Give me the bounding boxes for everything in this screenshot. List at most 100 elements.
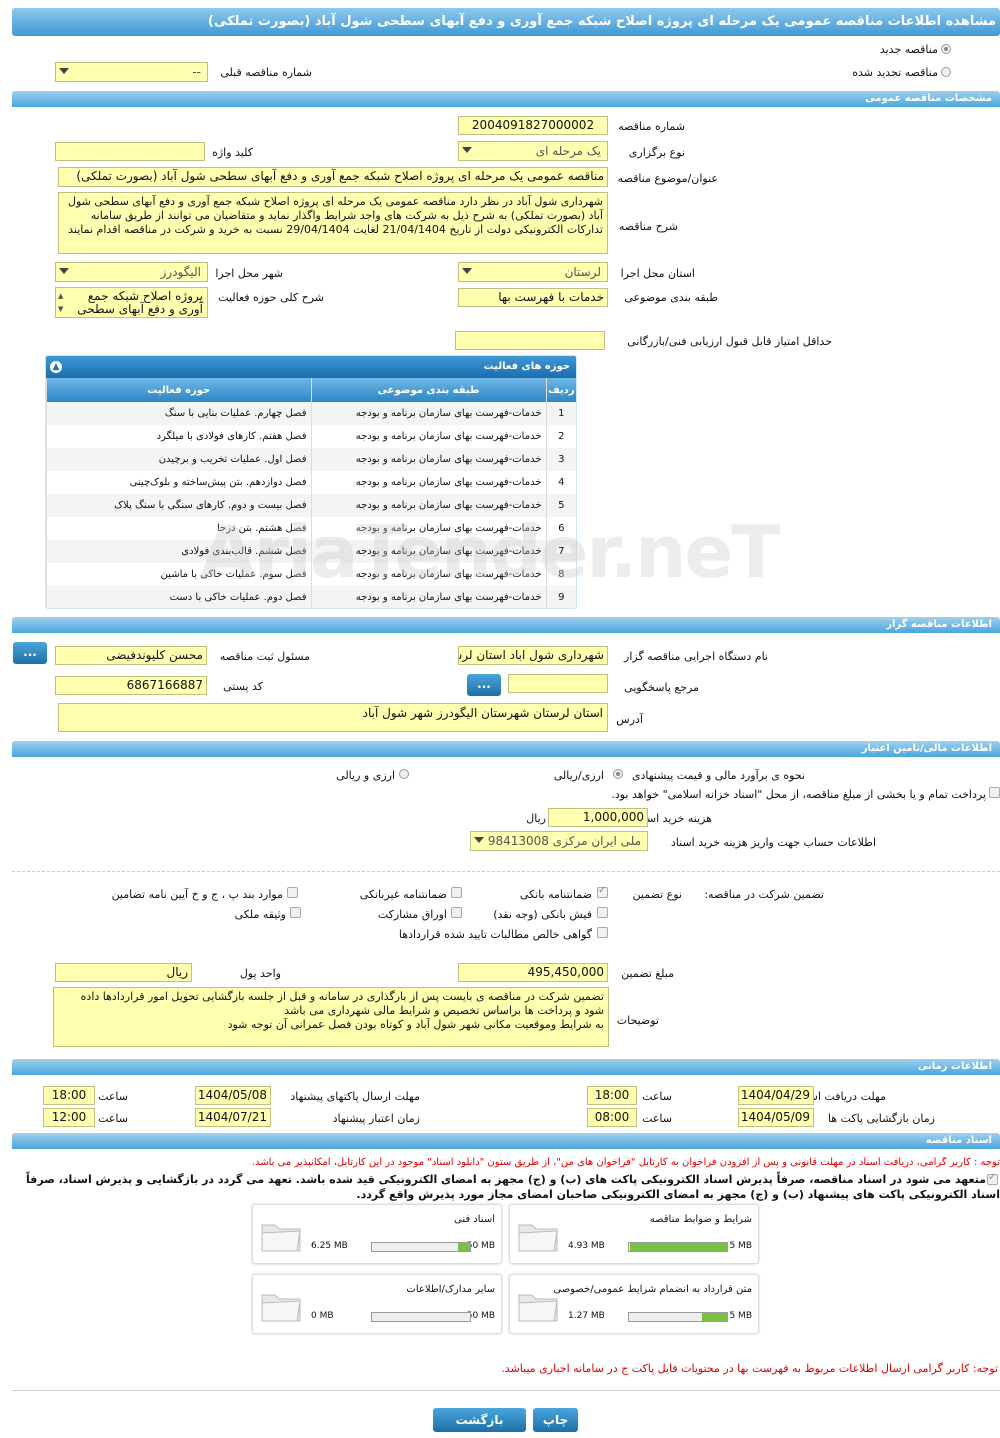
col-row: ردیف: [545, 378, 576, 402]
postal-field: 6867166887: [55, 676, 207, 695]
timing-header: اطلاعات زمانی: [12, 1059, 1000, 1075]
open-date: 1404/05/09: [738, 1108, 814, 1127]
clause-label: موارد بند پ ، ج و خ آیین نامه تضامین: [111, 888, 283, 901]
document-card[interactable]: سایر مدارک/اطلاعات 50 MB 0 MB: [252, 1274, 502, 1334]
print-button[interactable]: چاپ: [533, 1408, 578, 1432]
send-time: 18:00: [43, 1086, 95, 1105]
document-card[interactable]: متن قرارداد به انضمام شرایط عمومی/خصوصی 5…: [509, 1274, 759, 1334]
row-activity: فصل چهارم. عملیات بنایی با سنگ: [46, 402, 311, 425]
bonds-checkbox[interactable]: [451, 907, 462, 918]
subject-field: مناقصه عمومی یک مرحله ای پروژه اصلاح شبک…: [58, 167, 608, 187]
tender-no-label: شماره مناقصه: [618, 120, 685, 133]
document-size: 6.25 MB: [311, 1241, 348, 1251]
table-row: 1 خدمات-فهرست بهای سازمان برنامه و بودجه ف…: [46, 402, 576, 425]
valid-time-label: ساعت: [98, 1112, 128, 1125]
document-card[interactable]: اسناد فنی 50 MB 6.25 MB: [252, 1204, 502, 1264]
document-name: متن قرارداد به انضمام شرایط عمومی/خصوصی: [553, 1284, 752, 1295]
type-select[interactable]: یک مرحله ای: [458, 141, 608, 161]
clause-checkbox[interactable]: [287, 887, 298, 898]
chevron-down-icon: [59, 268, 69, 274]
docs-note-1: توجه : کاربر گرامی، دریافت اسناد در مهلت…: [251, 1157, 1000, 1168]
back-button[interactable]: بازگشت: [433, 1408, 526, 1432]
renewed-tender-radio[interactable]: [941, 67, 951, 77]
upload-progress: [628, 1242, 728, 1252]
ref-more-button[interactable]: ...: [467, 674, 501, 696]
desc-label: شرح مناقصه: [618, 220, 678, 233]
row-category: خدمات-فهرست بهای سازمان برنامه و بودجه: [310, 471, 546, 494]
upload-progress: [371, 1242, 471, 1252]
prev-tender-label: شماره مناقصه قبلی: [220, 66, 312, 79]
chevron-down-icon: [462, 268, 472, 274]
document-card[interactable]: شرایط و ضوابط مناقصه 5 MB 4.93 MB: [509, 1204, 759, 1264]
keyword-field[interactable]: [55, 142, 205, 161]
page-title: مشاهده اطلاعات مناقصه عمومی یک مرحله ای …: [12, 8, 1000, 36]
notes-label: توضیحات: [616, 1014, 659, 1027]
scope-field: پروژه اصلاح شبکه جمع آوری و دفع آبهای سط…: [55, 287, 208, 318]
category-field: خدمات با فهرست بها: [458, 288, 608, 307]
subject-label: عنوان/موضوع مناقصه: [617, 172, 718, 185]
activities-title-text: حوزه های فعالیت: [483, 361, 570, 372]
watermark-logo: AriaTender.neT: [200, 510, 780, 594]
rial-radio[interactable]: [613, 769, 623, 779]
tender-no-field: 2004091827000002: [458, 116, 608, 135]
province-value: لرستان: [564, 265, 601, 279]
docs-header: اسناد مناقصه: [12, 1133, 1000, 1149]
docs-note-3: توجه: کاربر گرامی ارسال اطلاعات مربوط به…: [501, 1362, 998, 1375]
send-date: 1404/05/08: [195, 1086, 271, 1105]
new-tender-radio[interactable]: [941, 44, 951, 54]
renewed-tender-label: مناقصه تجدید شده: [852, 66, 938, 79]
postal-label: کد پستی: [223, 680, 263, 693]
open-time-label: ساعت: [642, 1112, 672, 1125]
account-select[interactable]: ملی ایران مرکزی 98413008: [470, 831, 648, 851]
row-category: خدمات-فهرست بهای سازمان برنامه و بودجه: [310, 425, 546, 448]
organizer-header: اطلاعات مناقصه گزار: [12, 617, 1000, 633]
upload-progress: [371, 1312, 471, 1322]
property-label: وثیقه ملکی: [234, 908, 286, 921]
address-field: استان لرستان شهرستان الیگودرز شهر شول آب…: [58, 703, 608, 732]
property-checkbox[interactable]: [290, 907, 301, 918]
document-max-size: 5 MB: [729, 1311, 752, 1321]
table-row: 3 خدمات-فهرست بهای سازمان برنامه و بودجه ف…: [46, 448, 576, 471]
scroll-arrows-icon[interactable]: ▲ ▼: [58, 290, 63, 316]
receive-date: 1404/04/29: [738, 1086, 814, 1105]
estimate-label: نحوه ی برآورد مالی و قیمت پیشنهادی: [631, 769, 805, 782]
row-number: 2: [545, 425, 576, 448]
fx-label: ارزی و ریالی: [336, 769, 395, 782]
islamic-checkbox[interactable]: [989, 787, 1000, 798]
col-activity: حوزه فعالیت: [46, 378, 311, 402]
officer-more-button[interactable]: ...: [13, 642, 47, 664]
folder-icon: [518, 1294, 558, 1322]
city-select[interactable]: الیگودرز: [55, 262, 208, 282]
row-activity: فصل هفتم. کارهای فولادی با میلگرد: [46, 425, 311, 448]
divider: [12, 1390, 1000, 1391]
valid-time: 12:00: [43, 1108, 95, 1127]
finance-header: اطلاعات مالی/تامین اعتبار: [12, 741, 1000, 757]
province-select[interactable]: لرستان: [458, 262, 608, 282]
city-value: الیگودرز: [160, 265, 201, 279]
document-max-size: 5 MB: [729, 1241, 752, 1251]
scope-value: پروژه اصلاح شبکه جمع آوری و دفع آبهای سط…: [77, 289, 203, 316]
row-activity: فصل اول. عملیات تخریب و برچیدن: [46, 448, 311, 471]
cash-checkbox[interactable]: [597, 907, 608, 918]
table-row: 4 خدمات-فهرست بهای سازمان برنامه و بودجه ف…: [46, 471, 576, 494]
type-value: یک مرحله ای: [535, 144, 601, 158]
fx-radio[interactable]: [399, 769, 409, 779]
bank-guarantee-checkbox[interactable]: [597, 885, 608, 898]
account-value: ملی ایران مرکزی 98413008: [487, 834, 641, 848]
collapse-icon[interactable]: ▲: [50, 361, 62, 373]
document-name: شرایط و ضوابط مناقصه: [649, 1214, 752, 1225]
cash-label: فیش بانکی (وجه نقد): [493, 908, 592, 921]
prev-tender-select[interactable]: --: [55, 62, 208, 82]
upload-progress: [628, 1312, 728, 1322]
nonbank-guarantee-checkbox[interactable]: [451, 887, 462, 898]
address-label: آدرس: [616, 713, 643, 726]
claims-checkbox[interactable]: [597, 927, 608, 938]
row-category: خدمات-فهرست بهای سازمان برنامه و بودجه: [310, 402, 546, 425]
guarantee-title: تضمین شرکت در مناقصه:: [704, 888, 824, 901]
rial-label: ارزی/ریالی: [553, 769, 604, 782]
category-label: طبقه بندی موضوعی: [624, 291, 718, 304]
document-size: 4.93 MB: [568, 1241, 605, 1251]
document-name: اسناد فنی: [454, 1214, 495, 1225]
desc-field: شهرداری شول آباد در نظر دارد مناقصه عموم…: [58, 192, 608, 254]
folder-icon: [261, 1294, 301, 1322]
